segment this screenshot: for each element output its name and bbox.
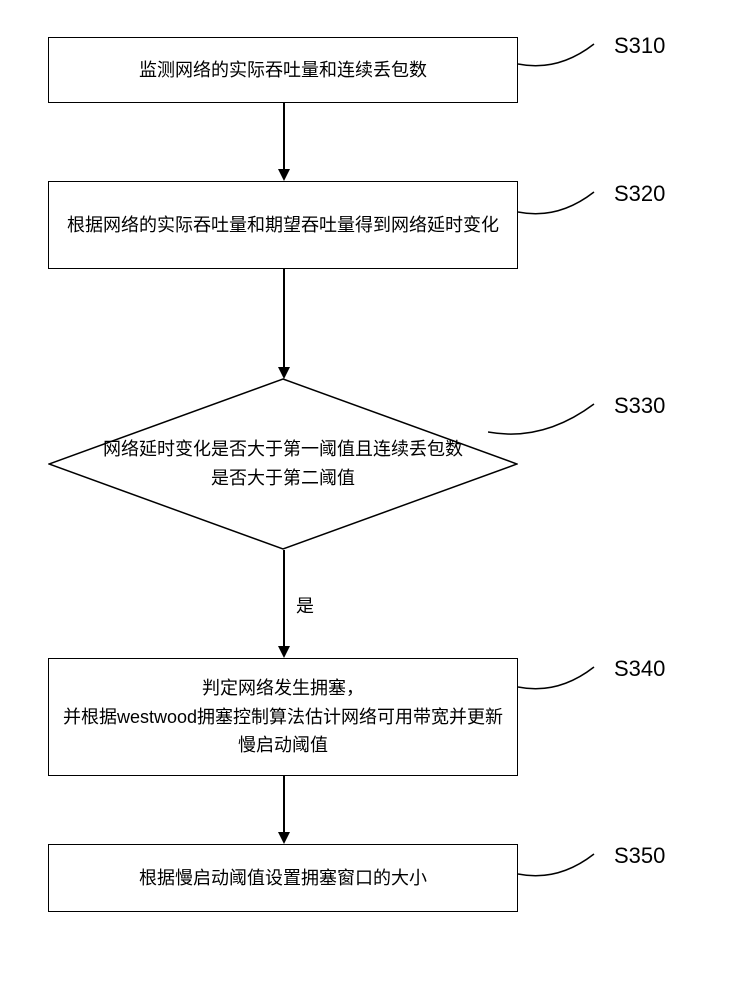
step-s330-text: 网络延时变化是否大于第一阈值且连续丢包数是否大于第二阈值 — [103, 435, 463, 493]
flowchart-container: 监测网络的实际吞吐量和连续丢包数 S310 根据网络的实际吞吐量和期望吞吐量得到… — [0, 0, 738, 1000]
step-s310-box: 监测网络的实际吞吐量和连续丢包数 — [48, 37, 518, 103]
connector-s320 — [518, 190, 598, 220]
step-s350-box: 根据慢启动阈值设置拥塞窗口的大小 — [48, 844, 518, 912]
step-s320-label: S320 — [614, 181, 665, 207]
step-s330-label: S330 — [614, 393, 665, 419]
connector-s340 — [518, 665, 598, 695]
step-s320-box: 根据网络的实际吞吐量和期望吞吐量得到网络延时变化 — [48, 181, 518, 269]
connector-s350 — [518, 852, 598, 882]
step-s340-box: 判定网络发生拥塞， 并根据westwood拥塞控制算法估计网络可用带宽并更新慢启… — [48, 658, 518, 776]
step-s310-label: S310 — [614, 33, 665, 59]
step-s340-text: 判定网络发生拥塞， 并根据westwood拥塞控制算法估计网络可用带宽并更新慢启… — [61, 674, 505, 760]
connector-s310 — [518, 42, 598, 72]
branch-yes-label: 是 — [296, 592, 314, 618]
step-s340-label: S340 — [614, 656, 665, 682]
connector-s330 — [488, 402, 598, 442]
step-s350-text: 根据慢启动阈值设置拥塞窗口的大小 — [139, 864, 427, 893]
step-s330-diamond: 网络延时变化是否大于第一阈值且连续丢包数是否大于第二阈值 — [48, 378, 518, 550]
step-s310-text: 监测网络的实际吞吐量和连续丢包数 — [139, 56, 427, 85]
step-s350-label: S350 — [614, 843, 665, 869]
step-s320-text: 根据网络的实际吞吐量和期望吞吐量得到网络延时变化 — [67, 211, 499, 240]
